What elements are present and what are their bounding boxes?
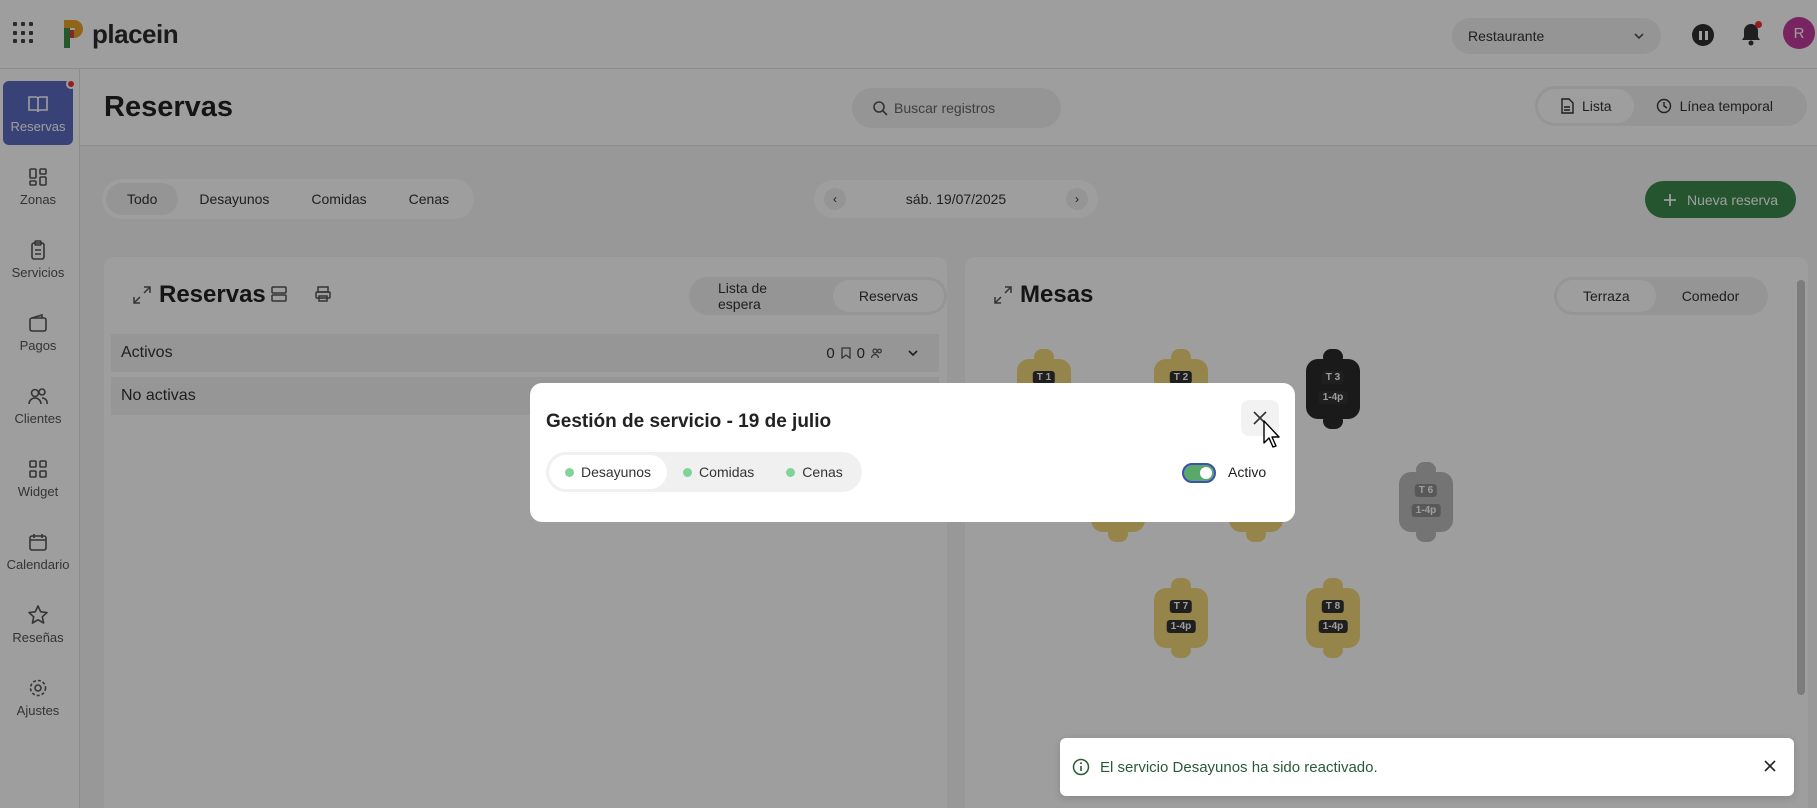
info-icon <box>1072 758 1090 776</box>
status-dot <box>786 467 796 477</box>
service-management-modal: Gestión de servicio - 19 de julio Desayu… <box>530 383 1295 522</box>
service-tab-cenas[interactable]: Cenas <box>770 455 858 489</box>
close-icon <box>1764 760 1776 772</box>
modal-title: Gestión de servicio - 19 de julio <box>546 411 832 432</box>
active-toggle-label: Activo <box>1228 464 1267 480</box>
service-tab-label: Desayunos <box>581 464 652 480</box>
service-tab-desayunos[interactable]: Desayunos <box>549 455 668 489</box>
status-dot <box>683 467 693 477</box>
toast-notification: El servicio Desayunos ha sido reactivado… <box>1060 738 1794 796</box>
toast-close-button[interactable] <box>1760 756 1780 776</box>
toast-message: El servicio Desayunos ha sido reactivado… <box>1100 758 1378 776</box>
service-tab-comidas[interactable]: Comidas <box>667 455 770 489</box>
status-dot <box>565 467 574 477</box>
mouse-cursor-icon <box>1263 420 1280 448</box>
service-tab-label: Comidas <box>699 464 755 480</box>
active-toggle[interactable] <box>1182 463 1216 483</box>
service-tabs: Desayunos Comidas Cenas <box>546 452 862 492</box>
service-tab-label: Cenas <box>802 464 843 480</box>
